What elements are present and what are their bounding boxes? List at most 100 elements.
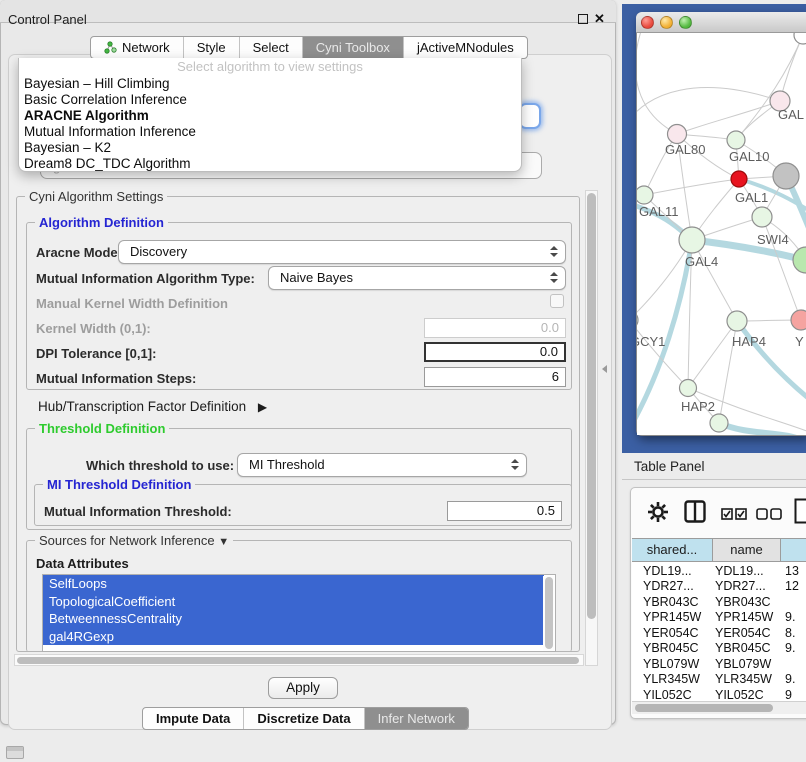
attribute-item[interactable]: BetweennessCentrality [43, 610, 544, 628]
column-header-shared[interactable]: shared... [632, 539, 713, 561]
tab-jactivemnodules[interactable]: jActiveMNodules [404, 37, 527, 58]
list-scrollbar[interactable] [543, 576, 554, 652]
node-gcy1[interactable] [637, 311, 638, 329]
settings-horizontal-scrollbar[interactable] [14, 654, 584, 666]
apply-button[interactable]: Apply [268, 677, 338, 699]
node-label: GAL11 [639, 204, 679, 219]
tab-select[interactable]: Select [240, 37, 303, 58]
mi-steps-field[interactable]: 6 [424, 367, 566, 387]
attribute-item[interactable]: gal4RGexp [43, 628, 544, 646]
which-threshold-label: Which threshold to use: [86, 458, 234, 473]
tab-cyni-toolbox-label: Cyni Toolbox [316, 40, 390, 55]
tab-cyni-toolbox[interactable]: Cyni Toolbox [303, 37, 404, 58]
node-label: GAL1 [735, 190, 768, 205]
node-hap2[interactable] [680, 380, 697, 397]
mi-type-combo[interactable]: Naive Bayes [268, 266, 566, 290]
algorithm-popup-prompt: Select algorithm to view settings [19, 58, 521, 76]
minimized-panel-icon[interactable] [6, 746, 24, 759]
tab-jactivemnodules-label: jActiveMNodules [417, 40, 514, 55]
zoom-traffic-light-icon[interactable] [679, 16, 692, 29]
table-row[interactable]: YDR27...YDR27...12 [632, 579, 806, 595]
mi-steps-label: Mutual Information Steps: [36, 371, 196, 386]
network-canvas[interactable]: GAL GAL80 GAL10 GAL1 GAL11 SWI4 GAL4 GCY… [637, 33, 806, 435]
float-panel-icon[interactable] [578, 14, 588, 24]
node-label: GAL80 [665, 142, 705, 157]
sources-legend-text: Sources for Network Inference [39, 533, 215, 548]
table-row[interactable]: YER054CYER054C8. [632, 626, 806, 642]
table-row[interactable]: YBL079WYBL079W [632, 657, 806, 673]
mi-threshold-field[interactable]: 0.5 [447, 501, 562, 521]
checked-boxes-icon[interactable] [721, 508, 747, 520]
table-row[interactable]: YLR345WYLR345W9. [632, 672, 806, 688]
dpi-tolerance-label: DPI Tolerance [0,1]: [36, 346, 156, 361]
table-row[interactable]: YIL052CYIL052C9 [632, 688, 806, 702]
attribute-item[interactable]: SelfLoops [43, 575, 544, 593]
node-y-partial[interactable] [791, 310, 806, 330]
split-columns-icon[interactable] [684, 500, 706, 523]
tab-network-label: Network [122, 40, 170, 55]
kernel-width-field[interactable]: 0.0 [424, 318, 566, 338]
node-partial-bottom[interactable] [710, 414, 728, 432]
table-horizontal-scrollbar[interactable] [632, 701, 806, 714]
tab-network[interactable]: Network [91, 37, 184, 58]
expander-arrow-icon: ▶ [258, 400, 267, 414]
network-window-titlebar [636, 12, 806, 33]
table-row[interactable]: YPR145WYPR145W9. [632, 610, 806, 626]
tab-style[interactable]: Style [184, 37, 240, 58]
collapse-arrow-icon[interactable]: ▼ [218, 536, 229, 548]
algorithm-option[interactable]: Basic Correlation Inference [19, 92, 521, 108]
table-header: shared... name [632, 538, 806, 562]
settings-gear-icon[interactable] [647, 501, 669, 523]
node-gray[interactable] [773, 163, 799, 189]
algorithm-option-selected[interactable]: ARACNE Algorithm [19, 108, 521, 124]
tab-discretize-data-label: Discretize Data [257, 711, 350, 726]
screen: Control Panel ✕ Network Style Select Cyn… [0, 0, 806, 762]
threshold-legend: Threshold Definition [35, 421, 169, 436]
node-gal4[interactable] [679, 227, 705, 253]
algorithm-popup: Select algorithm to view settings Bayesi… [18, 58, 522, 172]
tab-impute-data[interactable]: Impute Data [143, 708, 244, 729]
node-gal11[interactable] [637, 186, 653, 204]
manual-kernel-label: Manual Kernel Width Definition [36, 296, 228, 311]
mi-type-value: Naive Bayes [280, 270, 353, 285]
tab-infer-network[interactable]: Infer Network [365, 708, 468, 729]
table-row[interactable]: YBR043CYBR043C [632, 595, 806, 611]
algorithm-option[interactable]: Mutual Information Inference [19, 124, 521, 140]
aracne-mode-value: Discovery [130, 244, 187, 259]
minimize-traffic-light-icon[interactable] [660, 16, 673, 29]
which-threshold-combo[interactable]: MI Threshold [237, 453, 527, 477]
algorithm-option[interactable]: Bayesian – K2 [19, 140, 521, 156]
splitter-arrow-icon[interactable] [602, 365, 607, 373]
settings-vertical-scrollbar[interactable] [585, 190, 598, 666]
node-bright-green[interactable] [793, 247, 806, 273]
node-partial-top[interactable] [794, 33, 806, 44]
close-traffic-light-icon[interactable] [641, 16, 654, 29]
node-gal1[interactable] [731, 171, 747, 187]
dpi-tolerance-field[interactable]: 0.0 [424, 342, 566, 362]
node-label: HAP2 [681, 399, 715, 414]
mi-threshold-label: Mutual Information Threshold: [44, 504, 232, 519]
kernel-width-label: Kernel Width (0,1): [36, 321, 151, 336]
aracne-mode-combo[interactable]: Discovery [118, 240, 566, 264]
hub-expander[interactable]: Hub/Transcription Factor Definition ▶ [38, 399, 267, 414]
algorithm-option[interactable]: Bayesian – Hill Climbing [19, 76, 521, 92]
inference-algorithm-combo-fragment[interactable] [519, 103, 541, 129]
unchecked-boxes-icon[interactable] [756, 508, 782, 520]
manual-kernel-checkbox[interactable] [550, 294, 564, 308]
node-swi4[interactable] [752, 207, 772, 227]
document-icon[interactable] [794, 498, 806, 524]
attribute-item[interactable]: TopologicalCoefficient [43, 593, 544, 611]
table-row[interactable]: YBR045CYBR045C9. [632, 641, 806, 657]
node-gal10[interactable] [727, 131, 745, 149]
hub-expander-label: Hub/Transcription Factor Definition [38, 399, 246, 414]
cyni-settings-legend: Cyni Algorithm Settings [25, 189, 167, 204]
node-gal80[interactable] [668, 125, 687, 144]
column-header-name[interactable]: name [713, 539, 781, 561]
close-icon[interactable]: ✕ [594, 11, 605, 27]
algorithm-option[interactable]: Dream8 DC_TDC Algorithm [19, 156, 521, 172]
column-header-partial[interactable] [781, 539, 806, 561]
node-hap4[interactable] [727, 311, 747, 331]
table-row[interactable]: YDL19...YDL19...13 [632, 564, 806, 580]
tab-discretize-data[interactable]: Discretize Data [244, 708, 364, 729]
network-icon [104, 41, 117, 54]
